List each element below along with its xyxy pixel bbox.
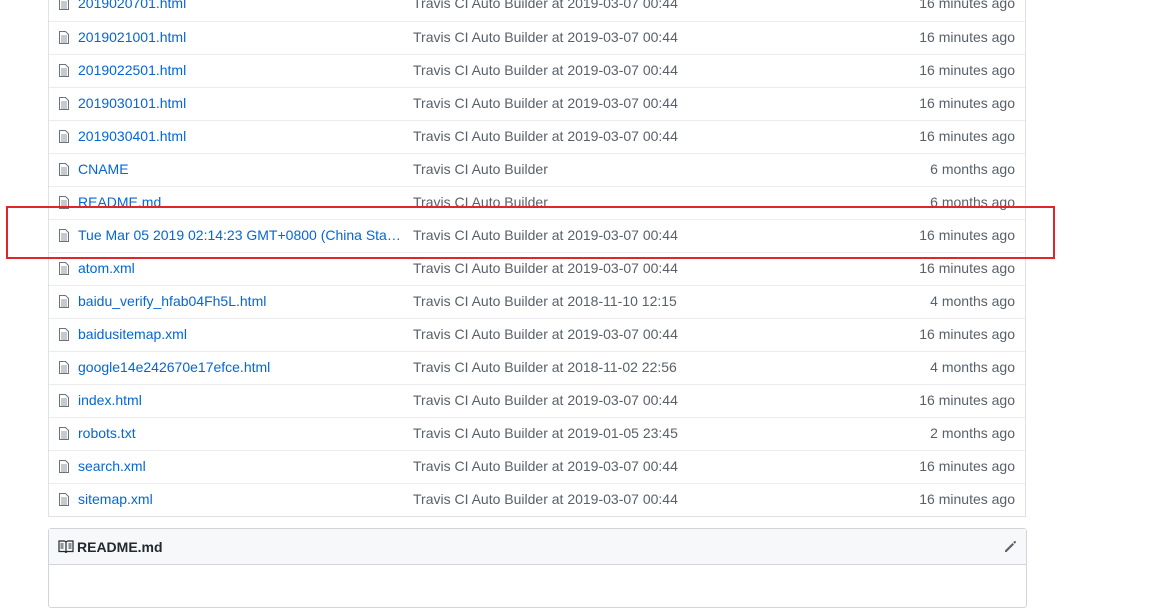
commit-message-link[interactable]: Travis CI Auto Builder at 2019-03-07 00:… (413, 392, 833, 408)
file-icon (59, 361, 69, 374)
commit-message-link[interactable]: Travis CI Auto Builder at 2018-11-10 12:… (413, 293, 833, 309)
readme-header: README.md (49, 529, 1026, 565)
file-icon (59, 0, 69, 10)
book-icon (58, 540, 74, 554)
file-name-link[interactable]: README.md (78, 194, 408, 210)
commit-message-link[interactable]: Travis CI Auto Builder (413, 194, 833, 210)
commit-age: 16 minutes ago (919, 95, 1015, 111)
file-icon (59, 295, 69, 308)
commit-age: 16 minutes ago (919, 458, 1015, 474)
commit-age: 16 minutes ago (919, 62, 1015, 78)
file-row: robots.txt Travis CI Auto Builder at 2019… (49, 417, 1025, 450)
commit-age: 16 minutes ago (919, 0, 1015, 11)
file-icon (59, 64, 69, 77)
commit-age: 16 minutes ago (919, 227, 1015, 243)
commit-message-link[interactable]: Travis CI Auto Builder at 2018-11-02 22:… (413, 359, 833, 375)
file-name-link[interactable]: Tue Mar 05 2019 02:14:23 GMT+0800 (China… (78, 227, 408, 243)
file-icon (59, 394, 69, 407)
commit-age: 2 months ago (930, 425, 1015, 441)
commit-message-link[interactable]: Travis CI Auto Builder (413, 161, 833, 177)
commit-message-link[interactable]: Travis CI Auto Builder at 2019-03-07 00:… (413, 491, 833, 507)
file-icon (59, 31, 69, 44)
commit-message-link[interactable]: Travis CI Auto Builder at 2019-03-07 00:… (413, 128, 833, 144)
file-row: baidu_verify_hfab04Fh5L.html Travis CI Au… (49, 285, 1025, 318)
file-icon (59, 163, 69, 176)
commit-age: 16 minutes ago (919, 128, 1015, 144)
commit-message-link[interactable]: Travis CI Auto Builder at 2019-01-05 23:… (413, 425, 833, 441)
file-row: atom.xml Travis CI Auto Builder at 2019-0… (49, 252, 1025, 285)
commit-age: 4 months ago (930, 293, 1015, 309)
file-icon (59, 493, 69, 506)
file-name-link[interactable]: search.xml (78, 458, 408, 474)
file-icon (59, 328, 69, 341)
file-name-link[interactable]: 2019022501.html (78, 62, 408, 78)
commit-age: 16 minutes ago (919, 326, 1015, 342)
file-name-link[interactable]: 2019020701.html (78, 0, 408, 11)
file-icon (59, 262, 69, 275)
commit-age: 16 minutes ago (919, 260, 1015, 276)
file-icon (59, 196, 69, 209)
file-row: 2019030401.html Travis CI Auto Builder at… (49, 120, 1025, 153)
file-name-link[interactable]: google14e242670e17efce.html (78, 359, 408, 375)
commit-message-link[interactable]: Travis CI Auto Builder at 2019-03-07 00:… (413, 29, 833, 45)
file-name-link[interactable]: baidu_verify_hfab04Fh5L.html (78, 293, 408, 309)
commit-message-link[interactable]: Travis CI Auto Builder at 2019-03-07 00:… (413, 227, 833, 243)
file-icon (59, 229, 69, 242)
file-row: google14e242670e17efce.html Travis CI Aut… (49, 351, 1025, 384)
file-row: Tue Mar 05 2019 02:14:23 GMT+0800 (China… (49, 219, 1025, 252)
file-row: 2019022501.html Travis CI Auto Builder at… (49, 54, 1025, 87)
file-row: baidusitemap.xml Travis CI Auto Builder a… (49, 318, 1025, 351)
commit-message-link[interactable]: Travis CI Auto Builder at 2019-03-07 00:… (413, 260, 833, 276)
file-name-link[interactable]: 2019030101.html (78, 95, 408, 111)
file-icon (59, 427, 69, 440)
file-name-link[interactable]: baidusitemap.xml (78, 326, 408, 342)
commit-age: 6 months ago (930, 194, 1015, 210)
pencil-icon[interactable] (1002, 539, 1018, 555)
file-name-link[interactable]: index.html (78, 392, 408, 408)
file-row: 2019020701.html Travis CI Auto Builder at… (49, 0, 1025, 21)
file-row: README.md Travis CI Auto Builder 6 months … (49, 186, 1025, 219)
commit-message-link[interactable]: Travis CI Auto Builder at 2019-03-07 00:… (413, 458, 833, 474)
file-row: CNAME Travis CI Auto Builder 6 months ago (49, 153, 1025, 186)
file-row: index.html Travis CI Auto Builder at 2019… (49, 384, 1025, 417)
readme-title: README.md (77, 539, 163, 555)
file-name-link[interactable]: 2019030401.html (78, 128, 408, 144)
commit-message-link[interactable]: Travis CI Auto Builder at 2019-03-07 00:… (413, 326, 833, 342)
file-icon (59, 97, 69, 110)
commit-age: 6 months ago (930, 161, 1015, 177)
file-row: 2019021001.html Travis CI Auto Builder at… (49, 21, 1025, 54)
file-name-link[interactable]: atom.xml (78, 260, 408, 276)
file-name-link[interactable]: 2019021001.html (78, 29, 408, 45)
file-icon (59, 130, 69, 143)
file-name-link[interactable]: robots.txt (78, 425, 408, 441)
commit-age: 4 months ago (930, 359, 1015, 375)
file-row: 2019030101.html Travis CI Auto Builder at… (49, 87, 1025, 120)
commit-age: 16 minutes ago (919, 392, 1015, 408)
file-name-link[interactable]: sitemap.xml (78, 491, 408, 507)
commit-age: 16 minutes ago (919, 491, 1015, 507)
commit-message-link[interactable]: Travis CI Auto Builder at 2019-03-07 00:… (413, 95, 833, 111)
commit-message-link[interactable]: Travis CI Auto Builder at 2019-03-07 00:… (413, 62, 833, 78)
file-icon (59, 460, 69, 473)
readme-panel: README.md (48, 528, 1027, 608)
file-row: search.xml Travis CI Auto Builder at 2019… (49, 450, 1025, 483)
file-list-table: 2019020701.html Travis CI Auto Builder at… (48, 0, 1026, 517)
file-row: sitemap.xml Travis CI Auto Builder at 201… (49, 483, 1025, 516)
file-name-link[interactable]: CNAME (78, 161, 408, 177)
commit-age: 16 minutes ago (919, 29, 1015, 45)
commit-message-link[interactable]: Travis CI Auto Builder at 2019-03-07 00:… (413, 0, 833, 11)
